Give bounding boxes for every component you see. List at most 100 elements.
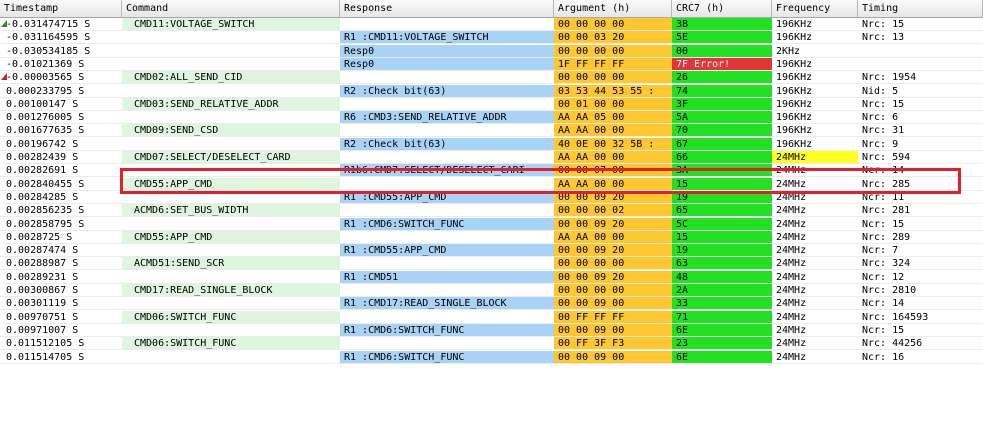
table-row[interactable]: 0.002856235 S ACMD6:SET_BUS_WIDTH 00 00 00…: [0, 204, 983, 218]
table-row[interactable]: 0.001677635 S CMD09:SEND_CSD AA AA 00 00 70…: [0, 124, 983, 138]
response-cell: [340, 71, 554, 85]
column-header-crc7[interactable]: CRC7 (h): [672, 0, 772, 17]
column-header-timestamp[interactable]: Timestamp: [0, 0, 122, 17]
command-cell: [122, 138, 340, 151]
frequency-cell: 196KHz: [772, 124, 858, 138]
frequency-cell: 24MHz: [772, 244, 858, 258]
timestamp-cell: 0.011512105 S: [0, 337, 122, 351]
response-cell: R1 :CMD55:APP_CMD: [340, 190, 554, 204]
argument-cell: 00 00 09 00: [554, 323, 672, 337]
table-row[interactable]: 0.00284285 S R1 :CMD55:APP_CMD 00 00 09 20…: [0, 190, 983, 204]
timestamp-cell: 0.00282439 S: [0, 151, 122, 164]
response-cell: [340, 18, 554, 31]
command-cell: [122, 85, 340, 98]
timing-cell: [858, 58, 983, 71]
table-row[interactable]: 0.002858795 S R1 :CMD6:SWITCH_FUNC 00 00 0…: [0, 217, 983, 231]
frequency-cell: 24MHz: [772, 151, 858, 164]
timestamp-cell: -0.00003565 S: [0, 71, 122, 85]
crc7-cell: 74: [672, 84, 772, 98]
table-row[interactable]: -0.01021369 S Resp0 1F FF FF FF 7F Error! 19…: [0, 57, 983, 71]
response-cell: [340, 337, 554, 351]
timing-cell: Nrc: 285: [858, 178, 983, 191]
crc7-cell: 66: [672, 151, 772, 164]
crc7-cell: 23: [672, 337, 772, 351]
argument-cell: 00 00 00 00: [554, 284, 672, 297]
crc7-cell: 70: [672, 124, 772, 138]
table-row[interactable]: 0.00289231 S R1 :CMD51 00 00 09 20 48 24MHz N…: [0, 270, 983, 284]
timing-cell: Ncr: 11: [858, 191, 983, 204]
table-row[interactable]: 0.00971007 S R1 :CMD6:SWITCH_FUNC 00 00 09…: [0, 323, 983, 337]
response-cell: R1 :CMD55:APP_CMD: [340, 244, 554, 258]
command-cell: [122, 191, 340, 204]
table-row[interactable]: 0.0028725 S CMD55:APP_CMD AA AA 00 00 15 24M…: [0, 230, 983, 244]
timestamp-cell: 0.002856235 S: [0, 204, 122, 218]
response-cell: [340, 257, 554, 271]
table-row[interactable]: 0.011512105 S CMD06:SWITCH_FUNC 00 FF 3F F…: [0, 337, 983, 351]
response-cell: R1 :CMD6:SWITCH_FUNC: [340, 217, 554, 231]
table-row[interactable]: -0.030534185 S Resp0 00 00 00 00 00 2KHz: [0, 44, 983, 58]
table-row[interactable]: 0.00100147 S CMD03:SEND_RELATIVE_ADDR 00 0…: [0, 97, 983, 111]
timestamp-cell: 0.00300867 S: [0, 284, 122, 297]
crc7-cell: 6E: [672, 350, 772, 364]
argument-cell: 00 00 09 20: [554, 217, 672, 231]
argument-cell: 00 00 09 20: [554, 244, 672, 258]
timing-cell: Nrc: 15: [858, 98, 983, 111]
table-row[interactable]: -0.00003565 S CMD02:ALL_SEND_CID 00 00 00 …: [0, 71, 983, 85]
table-row[interactable]: 0.00300867 S CMD17:READ_SINGLE_BLOCK 00 00…: [0, 284, 983, 297]
table-row[interactable]: 0.002840455 S CMD55:APP_CMD AA AA 00 00 15 2…: [0, 177, 983, 191]
argument-cell: AA AA 00 00: [554, 230, 672, 244]
red-triangle-icon: [1, 73, 7, 81]
crc7-cell: 26: [672, 71, 772, 85]
timing-cell: Nrc: 2810: [858, 284, 983, 297]
table-row[interactable]: 0.00288987 S ACMD51:SEND_SCR 00 00 00 00 63…: [0, 257, 983, 271]
table-row[interactable]: 0.00301119 S R1 :CMD17:READ_SINGLE_BLOCK 0…: [0, 297, 983, 311]
column-header-frequency[interactable]: Frequency: [772, 0, 858, 17]
argument-cell: 00 00 00 00: [554, 257, 672, 271]
command-cell: CMD02:ALL_SEND_CID: [122, 71, 340, 85]
argument-cell: 00 00 00 00: [554, 18, 672, 31]
argument-cell: 00 FF FF FF: [554, 310, 672, 324]
command-cell: ACMD51:SEND_SCR: [122, 257, 340, 271]
response-cell: R1 :CMD11:VOLTAGE_SWITCH: [340, 31, 554, 45]
table-row[interactable]: 0.00970751 S CMD06:SWITCH_FUNC 00 FF FF FF…: [0, 310, 983, 324]
table-row[interactable]: 0.000233795 S R2 :Check bit(63) 03 53 44 5…: [0, 84, 983, 98]
frequency-cell: 196KHz: [772, 71, 858, 85]
timing-cell: Ncr: 16: [858, 351, 983, 364]
frequency-cell: 196KHz: [772, 18, 858, 31]
timing-cell: Nrc: 9: [858, 138, 983, 151]
column-header-argument[interactable]: Argument (h): [554, 0, 672, 17]
crc7-cell: 67: [672, 137, 772, 151]
command-cell: ACMD6:SET_BUS_WIDTH: [122, 204, 340, 218]
argument-cell: 00 00 09 20: [554, 190, 672, 204]
command-cell: CMD07:SELECT/DESELECT_CARD: [122, 151, 340, 164]
column-header-response[interactable]: Response: [340, 0, 554, 17]
table-row[interactable]: 0.00282691 S R1b6:CMD7:SELECT/DESELECT_CA…: [0, 164, 983, 178]
frequency-cell: 196KHz: [772, 98, 858, 111]
response-cell: [340, 311, 554, 324]
argument-cell: 00 FF 3F F3: [554, 337, 672, 351]
table-row[interactable]: 0.011514705 S R1 :CMD6:SWITCH_FUNC 00 00 0…: [0, 350, 983, 364]
table-row[interactable]: -0.031474715 S CMD11:VOLTAGE_SWITCH 00 00 …: [0, 18, 983, 31]
timestamp-cell: 0.00282691 S: [0, 164, 122, 178]
frequency-cell: 24MHz: [772, 218, 858, 231]
table-row[interactable]: 0.00196742 S R2 :Check bit(63) 40 0E 00 32…: [0, 137, 983, 151]
response-cell: R6 :CMD3:SEND_RELATIVE_ADDR: [340, 111, 554, 125]
table-row[interactable]: -0.031164595 S R1 :CMD11:VOLTAGE_SWITCH 00…: [0, 31, 983, 45]
response-cell: R2 :Check bit(63): [340, 84, 554, 98]
table-row[interactable]: 0.00287474 S R1 :CMD55:APP_CMD 00 00 09 20…: [0, 244, 983, 258]
table-row[interactable]: 0.001276005 S R6 :CMD3:SEND_RELATIVE_ADDR…: [0, 111, 983, 125]
table-row[interactable]: 0.00282439 S CMD07:SELECT/DESELECT_CARD AA…: [0, 151, 983, 164]
frequency-cell: 24MHz: [772, 351, 858, 364]
timing-cell: Ncr: 7: [858, 244, 983, 258]
column-header-command[interactable]: Command: [122, 0, 340, 17]
timestamp-cell: 0.00196742 S: [0, 138, 122, 151]
timing-cell: Nrc: 31: [858, 124, 983, 138]
response-cell: R1 :CMD51: [340, 270, 554, 284]
argument-cell: 00 00 09 00: [554, 297, 672, 311]
argument-cell: 1F FF FF FF: [554, 57, 672, 71]
timestamp-cell: 0.00289231 S: [0, 271, 122, 284]
column-header-timing[interactable]: Timing: [858, 0, 983, 17]
frequency-cell: 24MHz: [772, 311, 858, 324]
frequency-cell: 24MHz: [772, 204, 858, 218]
crc7-cell: 15: [672, 230, 772, 244]
